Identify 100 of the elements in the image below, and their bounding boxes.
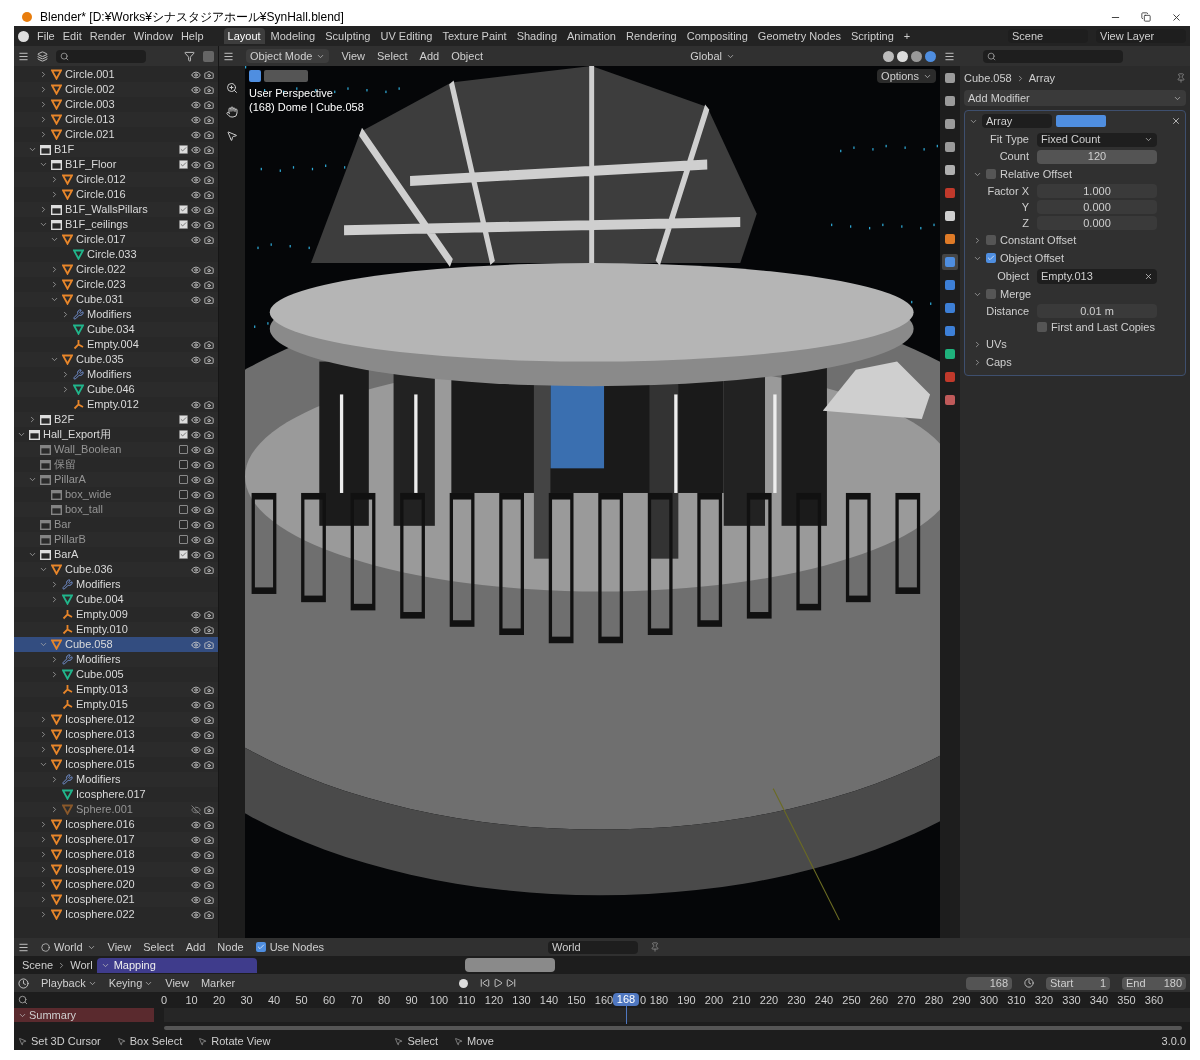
eye-icon[interactable]: [191, 264, 201, 275]
eye-icon[interactable]: [191, 639, 201, 650]
camera-icon[interactable]: [204, 264, 214, 275]
eye-icon[interactable]: [191, 504, 201, 515]
modifier-toggle-icons[interactable]: [1056, 115, 1106, 127]
modifier-name-field[interactable]: Array: [982, 114, 1052, 128]
eye-icon[interactable]: [191, 444, 201, 455]
checkbox[interactable]: [986, 253, 996, 263]
number-field[interactable]: 0.000: [1037, 216, 1157, 230]
pin-icon[interactable]: [650, 942, 661, 952]
exclude-checkbox[interactable]: [179, 145, 188, 154]
camera-icon[interactable]: [204, 609, 214, 620]
camera-icon[interactable]: [204, 564, 214, 575]
camera-icon[interactable]: [204, 879, 214, 890]
close-icon[interactable]: [1171, 116, 1181, 126]
eye-icon[interactable]: [191, 99, 201, 110]
camera-icon[interactable]: [204, 219, 214, 230]
menu-item[interactable]: View: [165, 977, 189, 989]
camera-icon[interactable]: [204, 834, 214, 845]
camera-icon[interactable]: [204, 744, 214, 755]
eye-icon[interactable]: [191, 549, 201, 560]
eye-icon[interactable]: [191, 429, 201, 440]
camera-icon[interactable]: [204, 639, 214, 650]
eye-icon[interactable]: [191, 834, 201, 845]
exclude-checkbox[interactable]: [179, 445, 188, 454]
eye-icon[interactable]: [191, 759, 201, 770]
menu-item[interactable]: Keying: [108, 977, 154, 989]
exclude-checkbox[interactable]: [179, 220, 188, 229]
node-header[interactable]: Mapping: [96, 957, 257, 973]
menu-item[interactable]: Add: [185, 941, 206, 953]
camera-icon[interactable]: [204, 339, 214, 350]
camera-icon[interactable]: [204, 864, 214, 875]
eye-icon[interactable]: [191, 234, 201, 245]
current-frame-field[interactable]: 168: [966, 976, 1012, 990]
exclude-checkbox[interactable]: [179, 415, 188, 424]
eye-icon[interactable]: [191, 294, 201, 305]
eye-icon[interactable]: [191, 144, 201, 155]
checkbox[interactable]: [986, 289, 996, 299]
jump-start-icon[interactable]: [480, 978, 491, 988]
exclude-checkbox[interactable]: [179, 160, 188, 169]
camera-icon[interactable]: [204, 474, 214, 485]
camera-icon[interactable]: [204, 849, 214, 860]
exclude-checkbox[interactable]: [179, 460, 188, 469]
checkbox[interactable]: [986, 235, 996, 245]
menu-item[interactable]: Select: [377, 50, 408, 62]
eye-icon[interactable]: [191, 534, 201, 545]
workspace-tab[interactable]: Texture Paint: [438, 28, 511, 44]
view-layer-selector[interactable]: View Layer: [1096, 29, 1186, 43]
eye-icon[interactable]: [191, 69, 201, 80]
camera-icon[interactable]: [204, 84, 214, 95]
menu-item[interactable]: File: [37, 30, 55, 42]
clear-icon[interactable]: [1144, 271, 1153, 281]
playhead[interactable]: 168: [613, 993, 640, 1006]
eye-icon[interactable]: [191, 84, 201, 95]
menu-item[interactable]: Edit: [62, 30, 82, 42]
exclude-checkbox[interactable]: [179, 550, 188, 559]
display-mode-icon[interactable]: [37, 50, 48, 62]
exclude-checkbox[interactable]: [179, 535, 188, 544]
camera-icon[interactable]: [204, 114, 214, 125]
exclude-checkbox[interactable]: [179, 475, 188, 484]
exclude-checkbox[interactable]: [179, 505, 188, 514]
eye-icon[interactable]: [191, 699, 201, 710]
workspace-tab[interactable]: Shading: [512, 28, 562, 44]
start-frame-field[interactable]: Start 1: [1046, 976, 1110, 990]
camera-icon[interactable]: [204, 144, 214, 155]
record-icon[interactable]: [459, 978, 469, 988]
search-field[interactable]: [56, 49, 146, 63]
camera-icon[interactable]: [204, 714, 214, 725]
menu-item[interactable]: Window: [133, 30, 173, 42]
eye-icon[interactable]: [191, 159, 201, 170]
camera-icon[interactable]: [204, 549, 214, 560]
add-modifier-dropdown[interactable]: Add Modifier: [964, 90, 1186, 106]
camera-icon[interactable]: [204, 804, 214, 815]
pin-icon[interactable]: [1176, 73, 1186, 83]
eye-icon[interactable]: [191, 189, 201, 200]
fit-type-dropdown[interactable]: Fixed Count: [1037, 132, 1157, 147]
eye-icon[interactable]: [191, 279, 201, 290]
jump-end-icon[interactable]: [506, 978, 517, 988]
workspace-tab[interactable]: UV Editing: [376, 28, 437, 44]
camera-icon[interactable]: [204, 189, 214, 200]
shading-icons[interactable]: [883, 50, 936, 62]
camera-icon[interactable]: [204, 429, 214, 440]
scrollbar[interactable]: [164, 1026, 1182, 1030]
eye-icon[interactable]: [191, 729, 201, 740]
workspace-tab[interactable]: Scripting: [847, 28, 898, 44]
select-tool-icon[interactable]: [249, 70, 261, 82]
eye-icon[interactable]: [191, 459, 201, 470]
eye-closed-icon[interactable]: [191, 804, 201, 815]
eye-icon[interactable]: [191, 129, 201, 140]
menu-item[interactable]: Marker: [200, 977, 236, 989]
menu-item[interactable]: Playback: [41, 977, 97, 989]
world-dropdown[interactable]: World: [41, 941, 96, 953]
camera-icon[interactable]: [204, 894, 214, 905]
camera-icon[interactable]: [204, 699, 214, 710]
summary-row[interactable]: Summary: [14, 1008, 154, 1022]
camera-icon[interactable]: [204, 354, 214, 365]
close-icon[interactable]: [1171, 11, 1182, 23]
eye-icon[interactable]: [191, 714, 201, 725]
number-field[interactable]: 1.000: [1037, 184, 1157, 198]
options-dropdown[interactable]: Options: [877, 69, 936, 83]
